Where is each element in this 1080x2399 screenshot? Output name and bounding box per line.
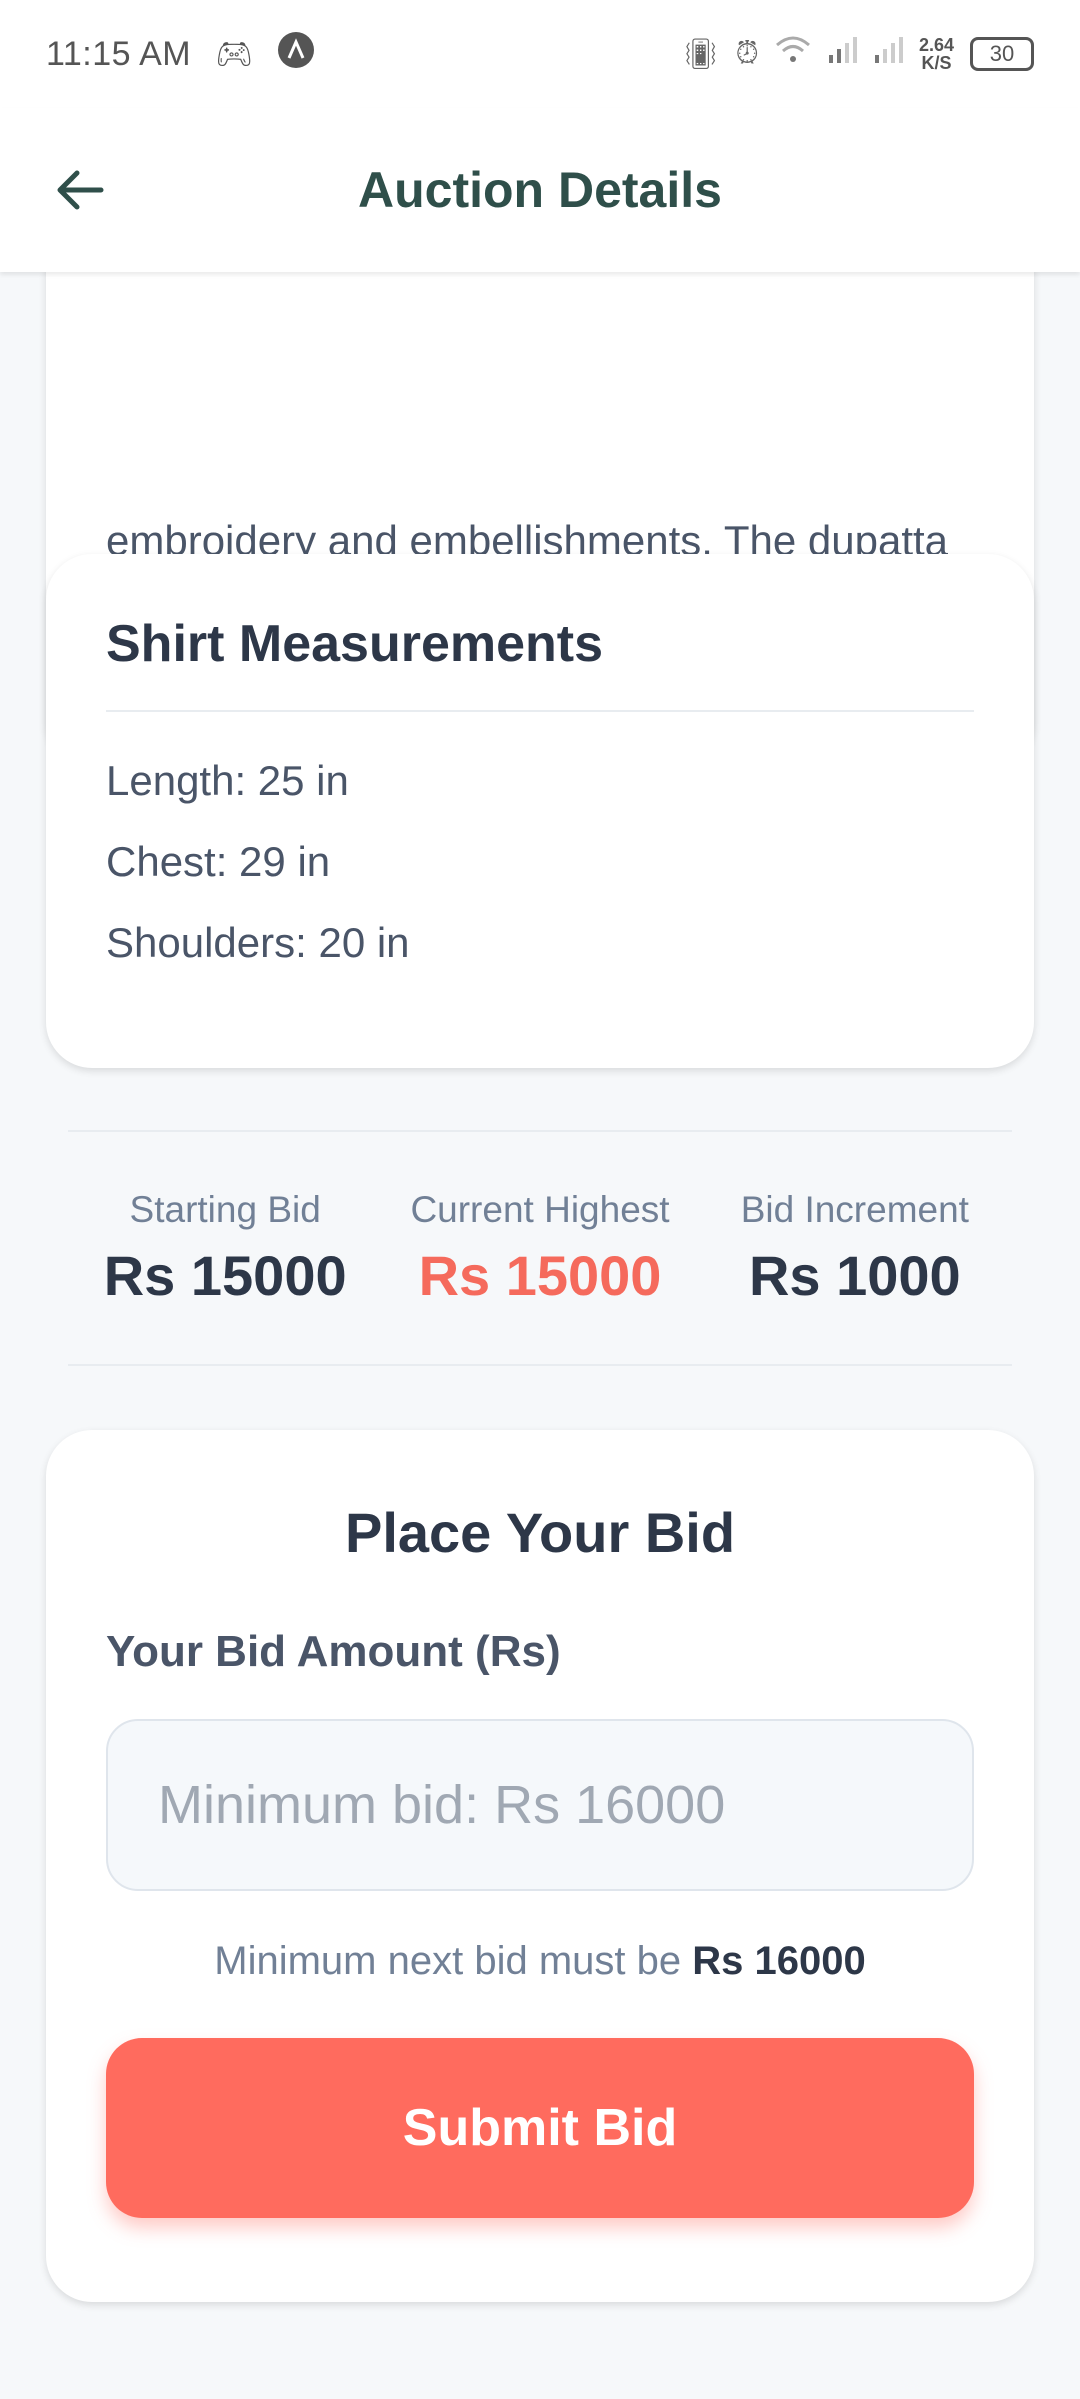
page-title: Auction Details <box>358 162 722 218</box>
minimum-bid-note-prefix: Minimum next bid must be <box>214 1939 682 1983</box>
signal-icon <box>827 35 857 73</box>
vibrate-icon: 📳︎ <box>681 37 720 71</box>
measurements-title: Shirt Measurements <box>106 614 974 712</box>
place-bid-title: Place Your Bid <box>344 1501 736 1564</box>
status-time: 11:15 AM <box>46 34 192 73</box>
starting-bid-value: Rs 15000 <box>103 1243 347 1307</box>
bid-increment-value: Rs 1000 <box>748 1243 961 1307</box>
minimum-bid-value: Rs 16000 <box>692 1939 866 1983</box>
net-speed-value: 2.64 <box>918 35 954 55</box>
app-bar: Auction Details <box>0 108 1080 272</box>
bid-amount-label: Your Bid Amount (Rs) <box>106 1627 561 1676</box>
scroll-content[interactable]: embroidery and embellishments. The dupat… <box>0 272 1080 2399</box>
app-notification-icon <box>277 31 315 77</box>
place-bid-card: Place Your Bid Your Bid Amount (Rs) Mini… <box>46 1430 1034 2302</box>
submit-bid-button[interactable]: Submit Bid <box>106 2038 974 2218</box>
measurements-card: Shirt Measurements Length: 25 in Chest: … <box>46 554 1034 1068</box>
measurement-item: Chest: 29 in <box>106 838 331 885</box>
current-highest-stat: Current Highest Rs 15000 <box>383 1189 697 1308</box>
net-speed: 2.64 K/S <box>919 36 954 72</box>
starting-bid-label: Starting Bid <box>129 1188 321 1230</box>
bid-stats: Starting Bid Rs 15000 Current Highest Rs… <box>68 1130 1012 1366</box>
battery-level: 30 <box>989 41 1015 66</box>
status-icons: 📳︎ ⏰︎ 2.64 K/S 30 <box>681 35 1034 73</box>
battery-icon: 30 <box>970 37 1034 71</box>
bid-amount-input[interactable] <box>106 1719 974 1891</box>
measurement-item: Shoulders: 20 in <box>106 919 410 966</box>
current-highest-value: Rs 15000 <box>418 1243 662 1307</box>
minimum-bid-note: Minimum next bid must be Rs 16000 <box>106 1939 974 1984</box>
measurement-item: Length: 25 in <box>106 757 349 804</box>
back-button[interactable] <box>44 154 116 226</box>
signal-icon-2 <box>873 35 903 73</box>
starting-bid-stat: Starting Bid Rs 15000 <box>68 1189 382 1308</box>
current-highest-label: Current Highest <box>410 1188 670 1230</box>
net-speed-unit: K/S <box>921 53 952 73</box>
wifi-icon <box>775 35 811 73</box>
alarm-icon: ⏰︎ <box>735 37 759 70</box>
measurements-list: Length: 25 in Chest: 29 in Shoulders: 20… <box>106 740 974 983</box>
bid-increment-label: Bid Increment <box>740 1188 969 1230</box>
arrow-left-icon <box>57 170 104 210</box>
bid-increment-stat: Bid Increment Rs 1000 <box>698 1189 1012 1308</box>
status-bar: 11:15 AM 🎮︎ 📳︎ ⏰︎ 2.64 K/S 30 <box>0 0 1080 108</box>
gamepad-icon: 🎮︎ <box>215 37 254 71</box>
